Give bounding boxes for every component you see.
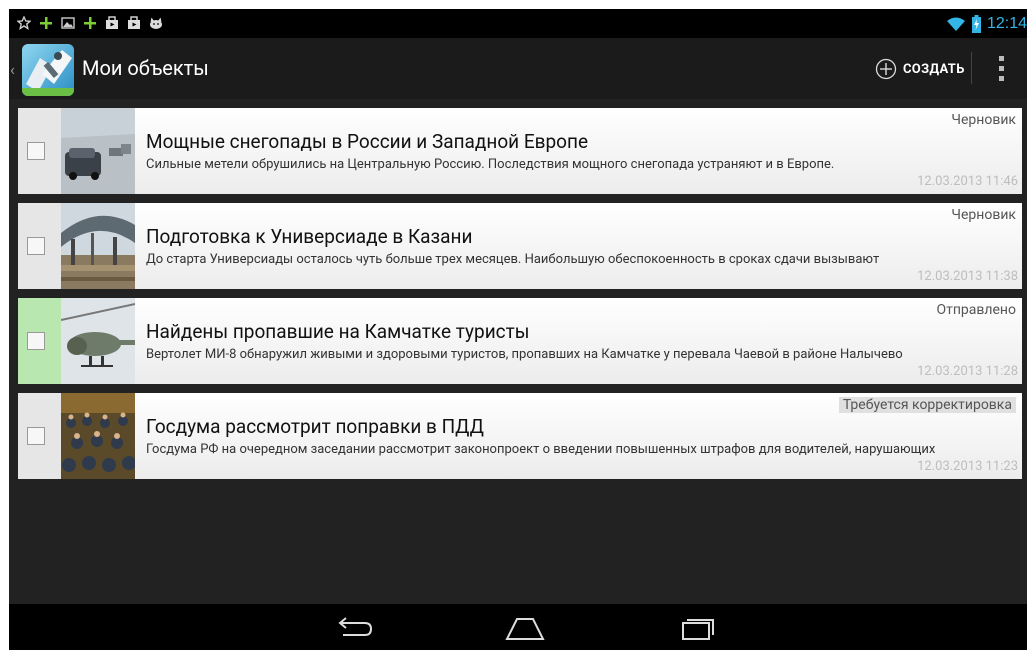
device-screen: 12:14 ‹ Мои объекты СОЗДАТЬ Черновик Мощ… <box>9 9 1027 650</box>
app-icon <box>22 44 74 96</box>
item-thumbnail <box>61 393 135 479</box>
item-title: Подготовка к Универсиаде в Казани <box>146 225 473 248</box>
checkbox-area <box>18 203 61 289</box>
status-label: Требуется корректировка <box>838 397 1016 413</box>
item-description: Госдума РФ на очередном заседании рассмо… <box>146 442 936 457</box>
page-title: Мои объекты <box>82 56 209 80</box>
item-thumbnail <box>61 203 135 289</box>
image-icon <box>61 17 75 29</box>
status-label: Отправлено <box>936 302 1016 318</box>
up-caret-icon[interactable]: ‹ <box>10 60 15 79</box>
battery-icon <box>971 14 981 33</box>
home-icon[interactable] <box>505 613 545 641</box>
objects-list: Черновик Мощные снегопады в России и Зап… <box>9 99 1027 604</box>
item-description: Вертолет МИ-8 обнаружил живыми и здоровы… <box>146 347 903 362</box>
item-date: 12.03.2013 11:28 <box>917 364 1018 379</box>
item-title: Найдены пропавшие на Камчатке туристы <box>146 320 530 343</box>
clock: 12:14 <box>986 14 1027 32</box>
item-checkbox[interactable] <box>27 427 45 445</box>
status-bar: 12:14 <box>9 9 1027 38</box>
wifi-icon <box>946 17 965 31</box>
item-date: 12.03.2013 11:23 <box>917 459 1018 474</box>
add-circle-icon <box>875 58 897 80</box>
item-checkbox[interactable] <box>27 142 45 160</box>
cat-icon <box>150 17 162 29</box>
action-divider <box>971 52 972 84</box>
item-thumbnail <box>61 298 135 384</box>
item-checkbox[interactable] <box>27 332 45 350</box>
list-item[interactable]: Требуется корректировка Госдума рассмотр… <box>18 393 1022 479</box>
bag-icon <box>106 16 118 29</box>
item-date: 12.03.2013 11:38 <box>917 269 1018 284</box>
plus-icon <box>84 17 96 29</box>
checkbox-area <box>18 298 61 384</box>
status-label: Черновик <box>951 207 1016 223</box>
system-status: 12:14 <box>946 9 1027 38</box>
notification-icons <box>17 13 163 33</box>
bag-icon <box>128 16 140 29</box>
navigation-bar <box>9 604 1027 650</box>
item-title: Мощные снегопады в России и Западной Евр… <box>146 130 589 153</box>
item-title: Госдума рассмотрит поправки в ПДД <box>146 415 484 438</box>
checkbox-area <box>18 393 61 479</box>
list-item[interactable]: Черновик Мощные снегопады в России и Зап… <box>18 108 1022 194</box>
app-logo[interactable] <box>22 44 74 96</box>
action-bar: ‹ Мои объекты СОЗДАТЬ <box>9 38 1027 99</box>
item-description: До старта Универсиады осталось чуть боль… <box>146 252 880 267</box>
list-item[interactable]: Отправлено Найдены пропавшие на Камчатке… <box>18 298 1022 384</box>
recent-apps-icon[interactable] <box>677 613 717 641</box>
list-item[interactable]: Черновик Подготовка к Универсиаде в Каза… <box>18 203 1022 289</box>
star-icon <box>17 16 31 30</box>
item-date: 12.03.2013 11:46 <box>917 174 1018 189</box>
plus-icon <box>40 17 52 29</box>
status-label: Черновик <box>951 112 1016 128</box>
item-checkbox[interactable] <box>27 237 45 255</box>
checkbox-area <box>18 108 61 194</box>
item-description: Сильные метели обрушились на Центральную… <box>146 157 835 172</box>
create-button[interactable]: СОЗДАТЬ <box>875 48 965 90</box>
item-thumbnail <box>61 108 135 194</box>
create-button-label: СОЗДАТЬ <box>903 61 965 77</box>
overflow-menu-icon[interactable] <box>989 52 1013 86</box>
back-icon[interactable] <box>333 613 373 641</box>
